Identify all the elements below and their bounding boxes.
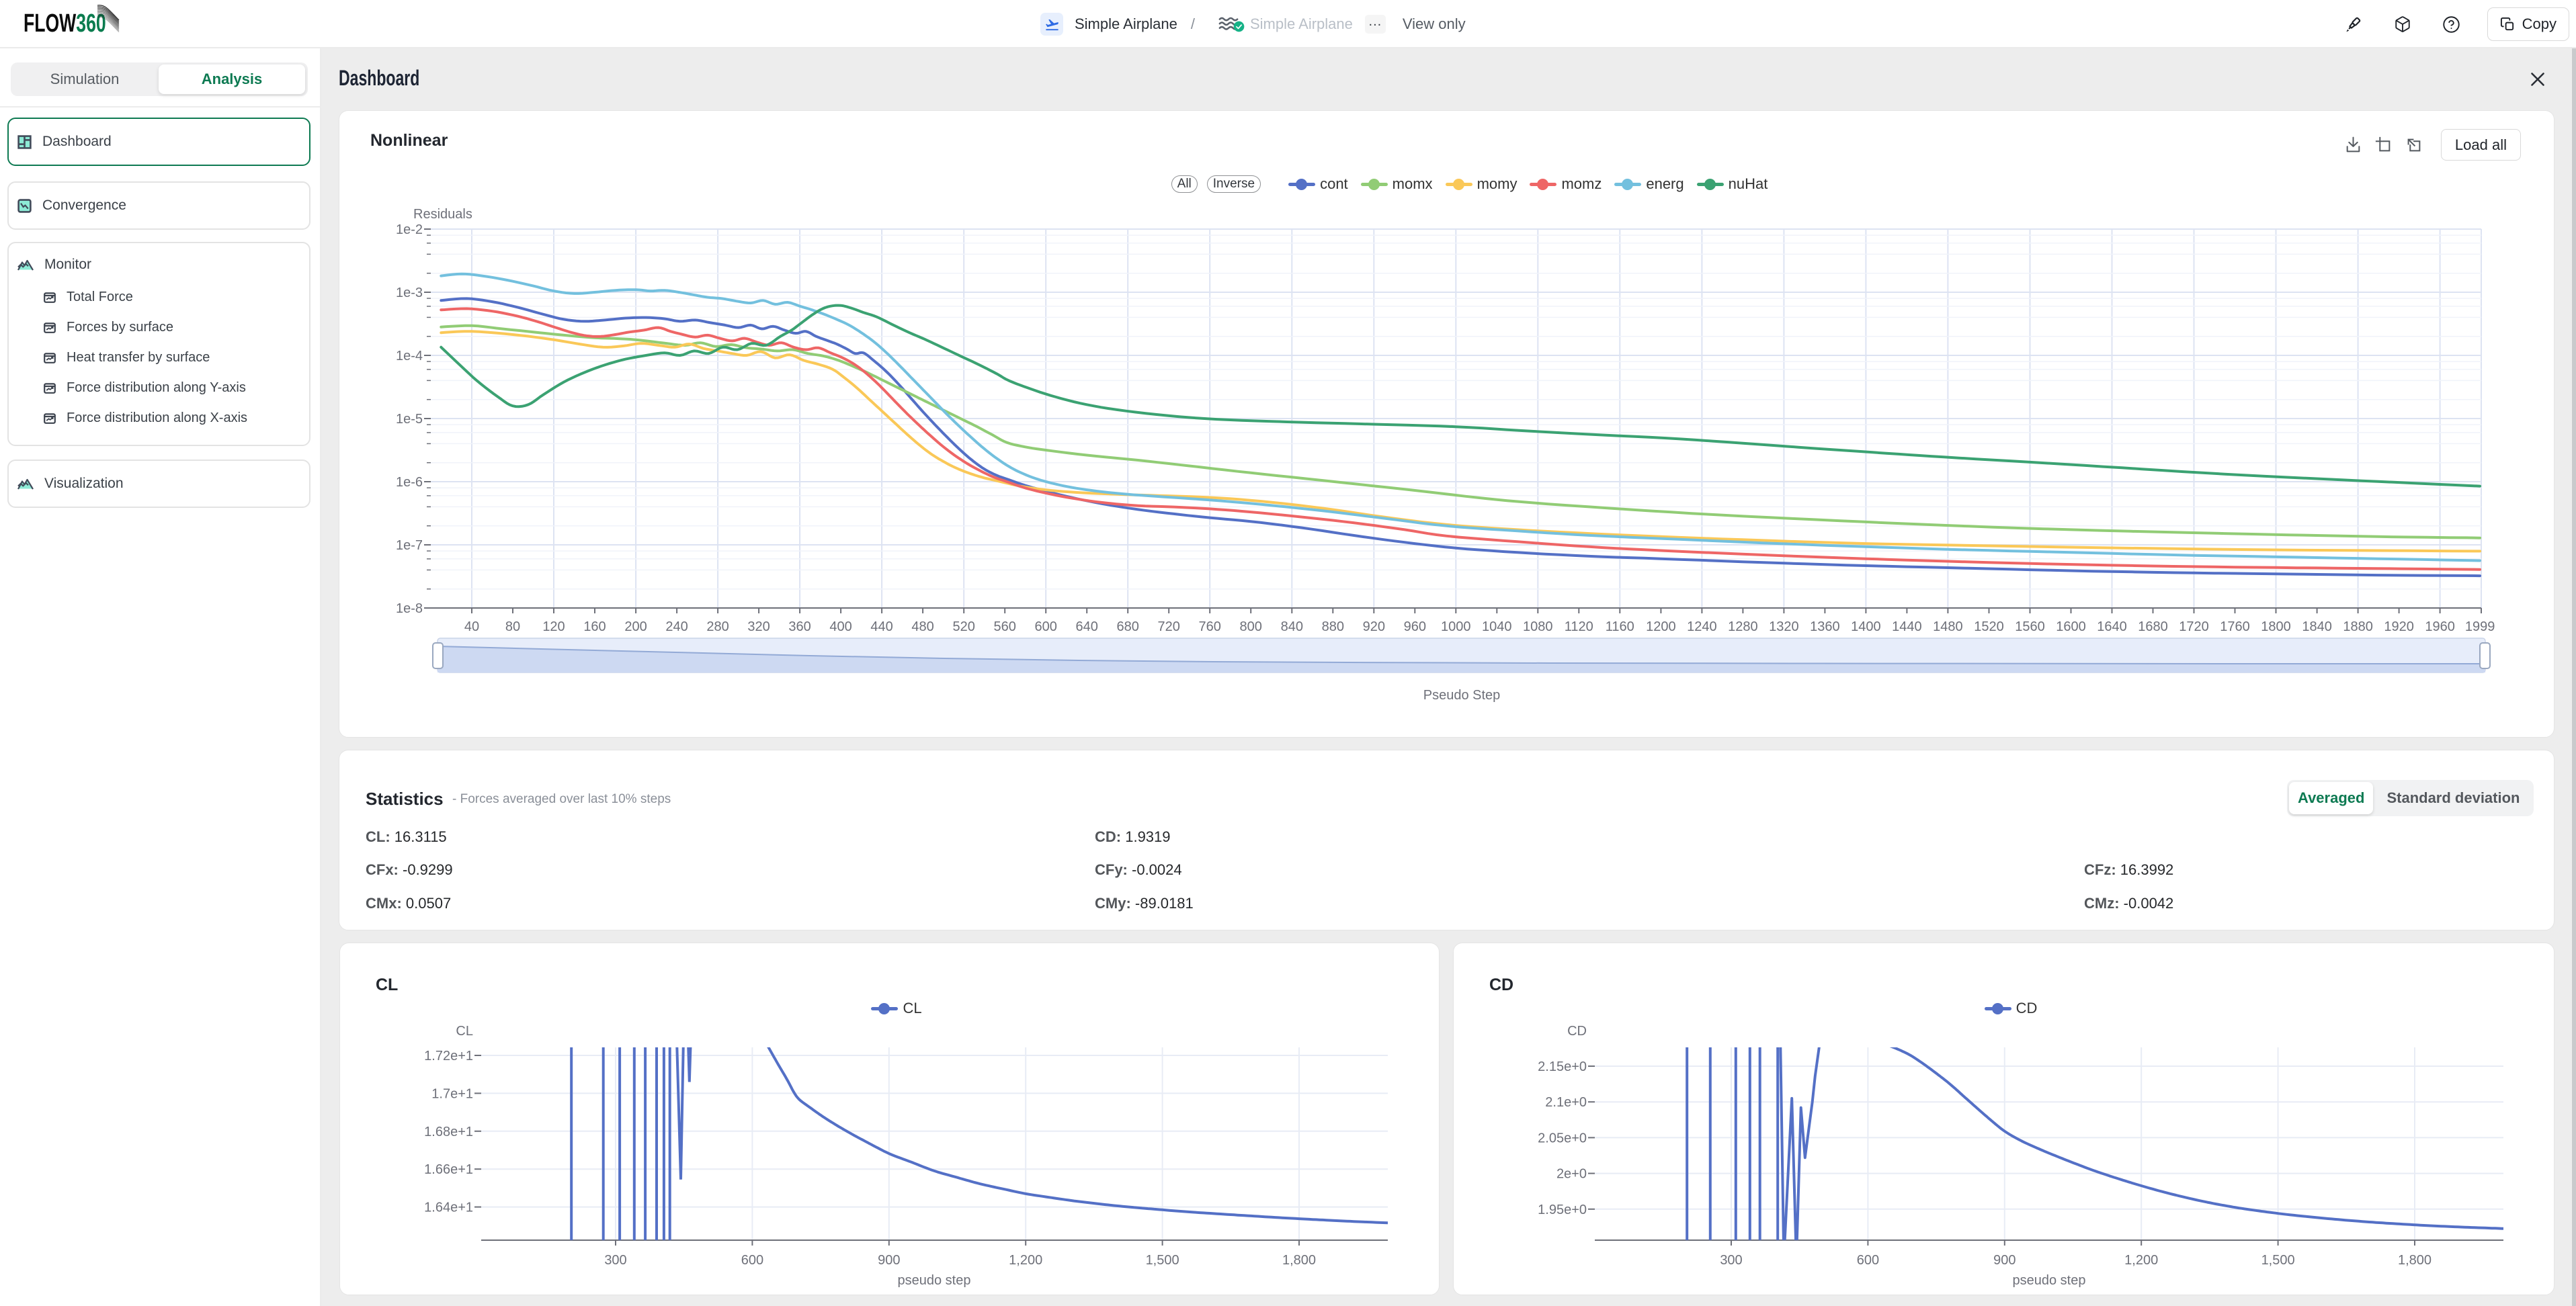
svg-text:600: 600 [741,1253,763,1268]
svg-text:1600: 1600 [2056,619,2086,634]
svg-text:1520: 1520 [1974,619,2004,634]
svg-text:1.68e+1: 1.68e+1 [424,1125,473,1139]
svg-text:40: 40 [464,619,479,634]
svg-text:1.7e+1: 1.7e+1 [431,1086,473,1101]
svg-text:960: 960 [1404,619,1426,634]
svg-text:1760: 1760 [2220,619,2250,634]
svg-text:1280: 1280 [1728,619,1758,634]
svg-text:840: 840 [1281,619,1303,634]
svg-text:520: 520 [953,619,975,634]
svg-text:880: 880 [1322,619,1344,634]
svg-text:480: 480 [911,619,933,634]
svg-text:1680: 1680 [2138,619,2168,634]
svg-text:560: 560 [994,619,1016,634]
svg-text:160: 160 [583,619,606,634]
svg-text:300: 300 [604,1253,626,1268]
svg-text:2e+0: 2e+0 [1556,1167,1587,1182]
svg-text:2.1e+0: 2.1e+0 [1545,1095,1587,1110]
svg-text:900: 900 [1993,1253,2016,1268]
svg-text:Residuals: Residuals [413,207,472,222]
svg-text:1480: 1480 [1933,619,1963,634]
svg-text:1e-8: 1e-8 [396,601,423,616]
svg-text:440: 440 [870,619,892,634]
svg-text:760: 760 [1199,619,1221,634]
svg-text:1640: 1640 [2097,619,2127,634]
svg-text:1720: 1720 [2179,619,2209,634]
svg-text:1.95e+0: 1.95e+0 [1538,1203,1587,1217]
svg-text:920: 920 [1363,619,1385,634]
svg-text:360: 360 [788,619,811,634]
svg-text:1080: 1080 [1523,619,1553,634]
svg-text:1920: 1920 [2384,619,2414,634]
svg-text:1,800: 1,800 [1282,1253,1316,1268]
svg-text:Pseudo Step: Pseudo Step [1423,688,1501,703]
svg-text:1e-6: 1e-6 [396,475,423,490]
svg-text:CL: CL [456,1024,473,1039]
svg-text:1e-7: 1e-7 [396,538,423,553]
svg-text:640: 640 [1076,619,1098,634]
svg-text:1120: 1120 [1565,619,1593,634]
svg-text:280: 280 [706,619,729,634]
svg-text:1880: 1880 [2343,619,2373,634]
svg-text:1e-4: 1e-4 [396,349,423,363]
svg-text:1840: 1840 [2302,619,2332,634]
svg-text:680: 680 [1117,619,1139,634]
svg-text:120: 120 [542,619,565,634]
svg-text:1.72e+1: 1.72e+1 [424,1049,473,1063]
svg-text:1800: 1800 [2261,619,2291,634]
svg-text:1e-3: 1e-3 [396,286,423,300]
svg-text:1,500: 1,500 [2261,1253,2295,1268]
svg-text:240: 240 [665,619,688,634]
svg-text:1160: 1160 [1606,619,1634,634]
svg-text:2.05e+0: 2.05e+0 [1538,1131,1587,1145]
svg-text:320: 320 [747,619,770,634]
svg-text:2.15e+0: 2.15e+0 [1538,1059,1587,1074]
svg-text:400: 400 [829,619,851,634]
svg-text:600: 600 [1857,1253,1879,1268]
svg-text:200: 200 [624,619,647,634]
svg-text:pseudo step: pseudo step [898,1273,971,1288]
svg-text:720: 720 [1158,619,1180,634]
svg-text:1400: 1400 [1851,619,1881,634]
svg-text:1560: 1560 [2015,619,2045,634]
svg-text:1,800: 1,800 [2398,1253,2432,1268]
svg-text:1320: 1320 [1769,619,1799,634]
svg-text:1.66e+1: 1.66e+1 [424,1162,473,1177]
svg-text:1,200: 1,200 [2124,1253,2158,1268]
svg-text:1960: 1960 [2425,619,2455,634]
svg-text:1,500: 1,500 [1146,1253,1179,1268]
svg-text:1.64e+1: 1.64e+1 [424,1201,473,1215]
svg-text:600: 600 [1035,619,1057,634]
svg-text:1000: 1000 [1441,619,1471,634]
svg-text:300: 300 [1720,1253,1742,1268]
svg-text:1440: 1440 [1892,619,1922,634]
svg-text:800: 800 [1240,619,1262,634]
svg-text:80: 80 [505,619,520,634]
svg-text:CD: CD [1567,1024,1587,1039]
svg-text:1240: 1240 [1687,619,1717,634]
svg-text:1e-2: 1e-2 [396,222,423,237]
svg-text:pseudo step: pseudo step [2013,1273,2086,1288]
svg-text:1e-5: 1e-5 [396,412,423,427]
svg-text:1999: 1999 [2465,619,2495,634]
svg-text:900: 900 [878,1253,900,1268]
svg-text:1200: 1200 [1646,619,1676,634]
svg-text:1360: 1360 [1810,619,1840,634]
svg-text:1040: 1040 [1482,619,1512,634]
svg-text:1,200: 1,200 [1009,1253,1042,1268]
